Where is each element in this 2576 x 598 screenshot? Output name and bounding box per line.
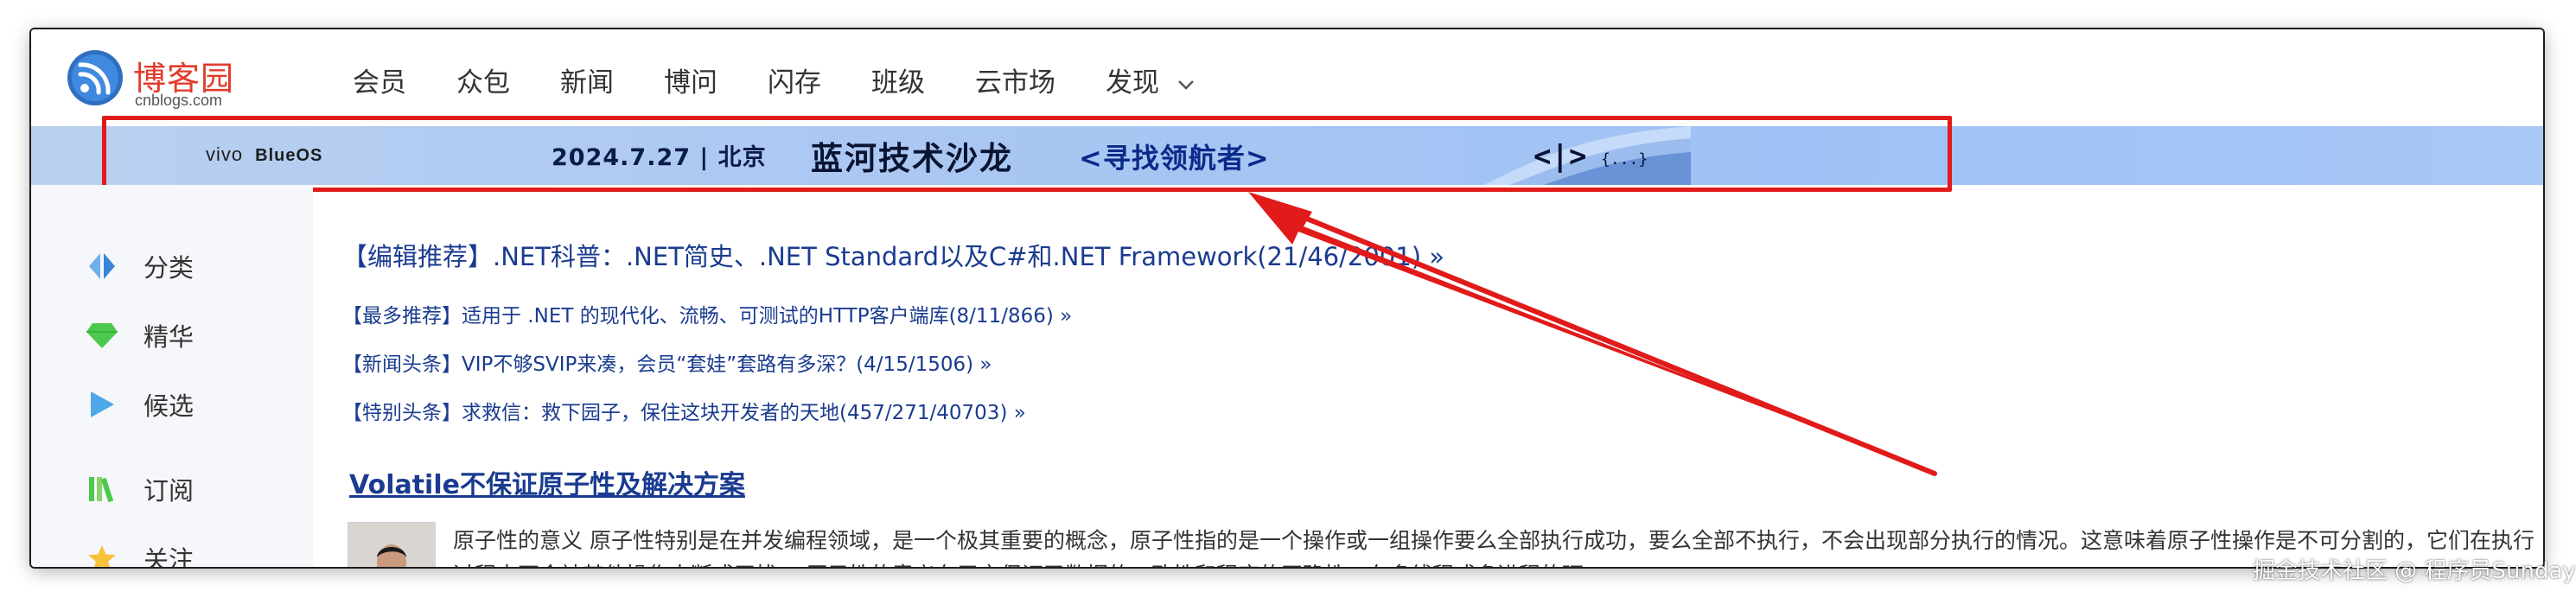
sidebar-item-label: 精华 xyxy=(143,322,194,352)
sidebar-item-label: 订阅 xyxy=(143,476,194,506)
nav-item-discover-label: 发现 xyxy=(1106,67,1159,99)
post-summary: 原子性的意义 原子性特别是在并发编程领域，是一个极其重要的概念，原子性指的是一个… xyxy=(453,528,2535,567)
category-icon xyxy=(85,249,119,283)
sidebar-item-label: 分类 xyxy=(143,253,194,283)
banner-highlight-box xyxy=(102,116,1952,192)
logo-domain[interactable]: cnblogs.com xyxy=(135,92,222,110)
headline-editor-pick[interactable]: 【编辑推荐】.NET科普：.NET简史、.NET Standard以及C#和.N… xyxy=(342,237,1444,273)
nav-item-cloud-market[interactable]: 云市场 xyxy=(975,60,1055,99)
nav-item-crowdsourcing[interactable]: 众包 xyxy=(456,60,510,99)
sidebar-item-label: 关注 xyxy=(143,545,194,567)
nav-item-questions[interactable]: 博问 xyxy=(664,60,717,99)
author-avatar[interactable] xyxy=(348,522,436,567)
sidebar-item-featured[interactable]: 精华 xyxy=(85,316,194,354)
sidebar-item-label: 候选 xyxy=(143,391,194,421)
nav-item-news[interactable]: 新闻 xyxy=(560,60,614,99)
site-header: 博客园 cnblogs.com 会员 众包 新闻 博问 闪存 班级 云市场 发现 xyxy=(31,29,2543,124)
headline-most-recommended[interactable]: 【最多推荐】适用于 .NET 的现代化、流畅、可测试的HTTP客户端库(8/11… xyxy=(342,299,1072,328)
cnblogs-logo-icon[interactable] xyxy=(66,48,124,107)
sidebar-item-candidates[interactable]: 候选 xyxy=(85,385,194,423)
play-icon xyxy=(85,387,119,422)
books-icon xyxy=(85,472,119,506)
headline-news-top[interactable]: 【新闻头条】VIP不够SVIP来凑，会员“套娃”套路有多深？(4/15/1506… xyxy=(342,347,992,377)
left-sidebar: 分类 精华 候选 订阅 关注 xyxy=(31,185,313,567)
post-title-link[interactable]: Volatile不保证原子性及解决方案 xyxy=(349,463,745,501)
chevron-down-icon xyxy=(1177,80,1194,90)
headline-special[interactable]: 【特别头条】求救信：救下园子，保住这块开发者的天地(457/271/40703)… xyxy=(342,396,1026,425)
gem-icon xyxy=(85,318,119,353)
watermark: 掘金技术社区 @ 程序员Sunday xyxy=(2253,558,2576,584)
nav-item-classes[interactable]: 班级 xyxy=(871,60,925,99)
browser-window: 博客园 cnblogs.com 会员 众包 新闻 博问 闪存 班级 云市场 发现… xyxy=(31,29,2543,567)
top-nav: 会员 众包 新闻 博问 闪存 班级 云市场 发现 xyxy=(353,60,1246,99)
nav-item-flash[interactable]: 闪存 xyxy=(768,60,821,99)
nav-item-discover[interactable]: 发现 xyxy=(1106,60,1196,99)
sidebar-item-follow[interactable]: 关注 xyxy=(85,539,194,567)
nav-item-members[interactable]: 会员 xyxy=(353,60,406,99)
sidebar-item-subscribe[interactable]: 订阅 xyxy=(85,470,194,508)
sidebar-item-category[interactable]: 分类 xyxy=(85,247,194,285)
star-icon xyxy=(85,541,119,567)
